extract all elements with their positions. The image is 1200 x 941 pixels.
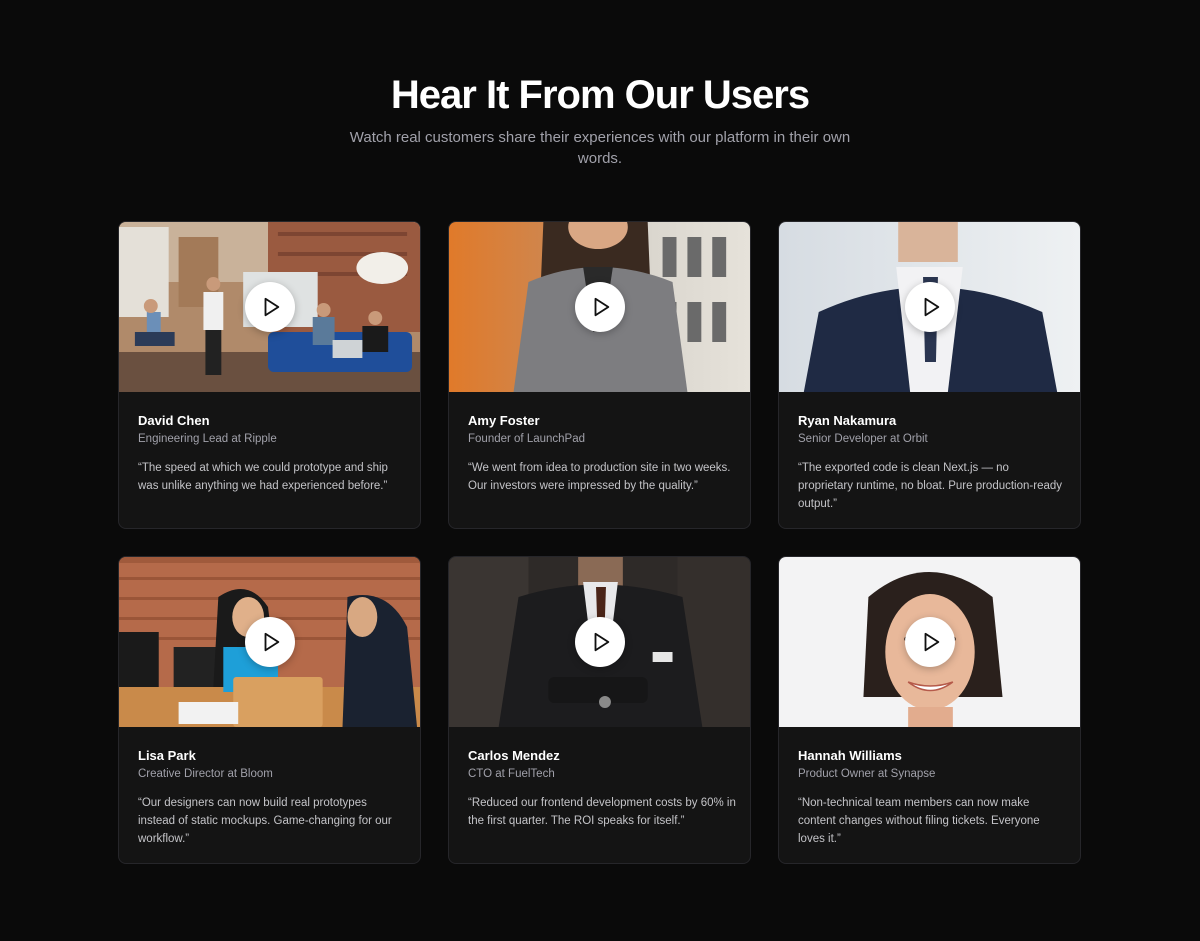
testimonial-quote: “We went from idea to production site in… <box>468 462 731 492</box>
video-thumbnail[interactable] <box>119 557 420 727</box>
testimonial-role: CTO at FuelTech <box>468 768 555 780</box>
play-button[interactable] <box>904 282 955 332</box>
play-icon <box>264 632 280 652</box>
testimonial-role: Senior Developer at Orbit <box>798 433 928 445</box>
testimonial-role: Engineering Lead at Ripple <box>138 433 277 445</box>
testimonial-quote: “Our designers can now build real protot… <box>138 797 392 845</box>
testimonial-card: Carlos Mendez CTO at FuelTech “Reduced o… <box>448 556 751 864</box>
testimonial-quote: “The speed at which we could prototype a… <box>138 462 388 492</box>
testimonial-name: Carlos Mendez <box>468 748 560 763</box>
play-button[interactable] <box>574 617 625 667</box>
play-button[interactable] <box>574 282 625 332</box>
testimonial-name: Lisa Park <box>138 748 196 763</box>
section-subtitle: Watch real customers share their experie… <box>349 129 851 167</box>
play-icon <box>594 297 610 317</box>
testimonial-quote: “The exported code is clean Next.js — no… <box>798 462 1063 510</box>
testimonial-card: David Chen Engineering Lead at Ripple “T… <box>118 221 421 529</box>
testimonial-name: Hannah Williams <box>798 748 902 763</box>
play-button[interactable] <box>244 617 295 667</box>
card-body: Lisa Park Creative Director at Bloom “Ou… <box>119 727 420 848</box>
play-icon <box>264 297 280 317</box>
video-thumbnail[interactable] <box>779 557 1080 727</box>
testimonial-name: Amy Foster <box>468 413 540 428</box>
testimonial-grid: David Chen Engineering Lead at Ripple “T… <box>118 221 1082 864</box>
testimonial-role: Product Owner at Synapse <box>798 768 936 780</box>
play-button[interactable] <box>904 617 955 667</box>
testimonial-card: Hannah Williams Product Owner at Synapse… <box>778 556 1081 864</box>
testimonials-section: Hear It From Our Users Watch real custom… <box>0 0 1200 941</box>
card-body: Hannah Williams Product Owner at Synapse… <box>779 727 1080 848</box>
card-body: Amy Foster Founder of LaunchPad “We went… <box>449 392 750 495</box>
testimonial-card: Ryan Nakamura Senior Developer at Orbit … <box>778 221 1081 529</box>
testimonial-role: Founder of LaunchPad <box>468 433 586 445</box>
play-icon <box>924 297 940 317</box>
testimonial-card: Lisa Park Creative Director at Bloom “Ou… <box>118 556 421 864</box>
video-thumbnail[interactable] <box>119 222 420 392</box>
play-icon <box>924 632 940 652</box>
testimonial-quote: “Reduced our frontend development costs … <box>468 797 736 827</box>
play-icon <box>594 632 610 652</box>
play-button[interactable] <box>244 282 295 332</box>
section-title: Hear It From Our Users <box>390 73 810 117</box>
testimonial-role: Creative Director at Bloom <box>138 768 273 780</box>
card-body: Ryan Nakamura Senior Developer at Orbit … <box>779 392 1080 513</box>
testimonial-card: Amy Foster Founder of LaunchPad “We went… <box>448 221 751 529</box>
testimonial-name: David Chen <box>138 413 210 428</box>
testimonial-name: Ryan Nakamura <box>798 413 897 428</box>
video-thumbnail[interactable] <box>449 222 750 392</box>
video-thumbnail[interactable] <box>449 557 750 727</box>
testimonial-quote: “Non-technical team members can now make… <box>798 797 1040 845</box>
video-thumbnail[interactable] <box>779 222 1080 392</box>
card-body: Carlos Mendez CTO at FuelTech “Reduced o… <box>449 727 750 830</box>
card-body: David Chen Engineering Lead at Ripple “T… <box>119 392 420 495</box>
